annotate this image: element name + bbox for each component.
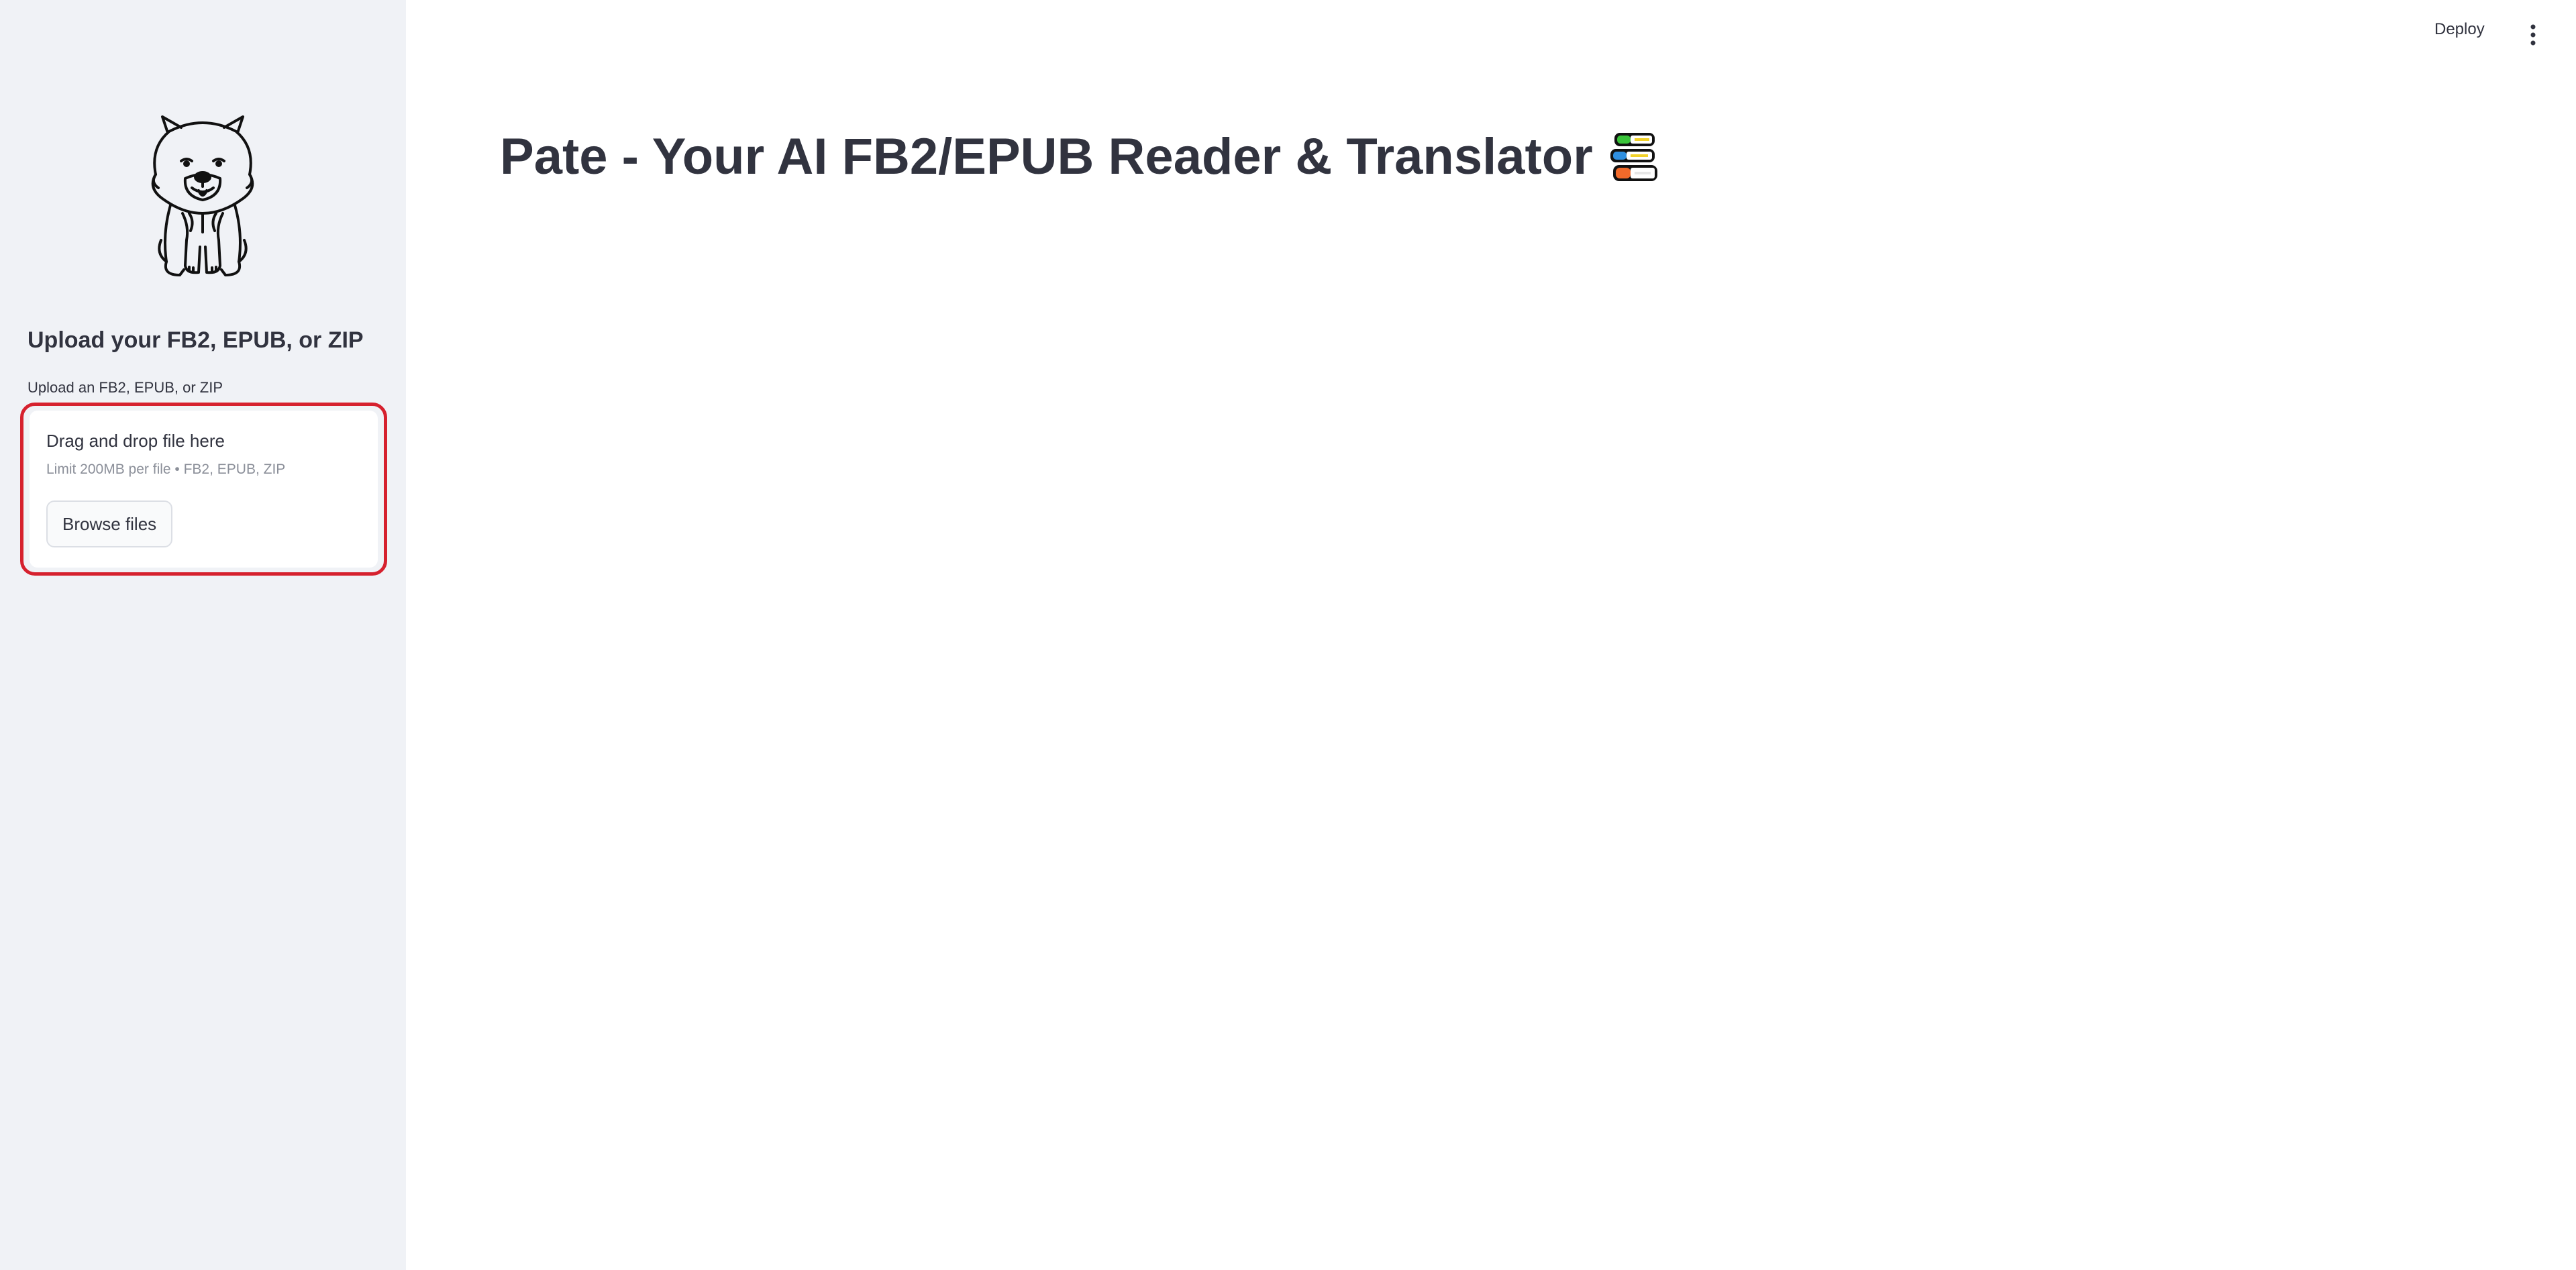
vertical-dots-icon[interactable] xyxy=(2523,23,2543,47)
dropzone-limit-text: Limit 200MB per file • FB2, EPUB, ZIP xyxy=(46,462,286,477)
deploy-button[interactable]: Deploy xyxy=(2434,20,2485,39)
browse-files-button[interactable]: Browse files xyxy=(46,500,173,547)
sidebar: Upload your FB2, EPUB, or ZIP Upload an … xyxy=(0,0,406,1270)
dog-logo xyxy=(151,115,254,276)
page-title-row: Pate - Your AI FB2/EPUB Reader & Transla… xyxy=(500,127,1660,186)
uploader-label: Upload an FB2, EPUB, or ZIP xyxy=(28,379,223,396)
books-icon xyxy=(1610,132,1657,181)
main-content: Pate - Your AI FB2/EPUB Reader & Transla… xyxy=(406,0,2576,1270)
sidebar-heading: Upload your FB2, EPUB, or ZIP xyxy=(28,327,364,353)
dropzone-title: Drag and drop file here xyxy=(46,431,225,451)
app-window: Upload your FB2, EPUB, or ZIP Upload an … xyxy=(0,0,2576,1270)
page-title: Pate - Your AI FB2/EPUB Reader & Transla… xyxy=(500,128,1593,185)
file-dropzone[interactable]: Drag and drop file here Limit 200MB per … xyxy=(30,411,378,568)
